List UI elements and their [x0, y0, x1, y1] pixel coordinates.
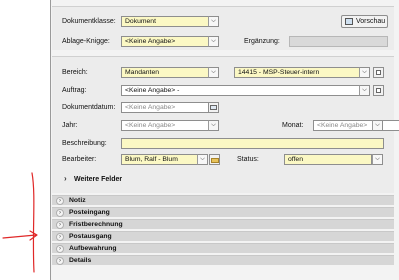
annotation-bracket: [31, 172, 35, 273]
annotation-overlay: [2, 172, 38, 273]
annotation-arrow: [2, 230, 38, 241]
